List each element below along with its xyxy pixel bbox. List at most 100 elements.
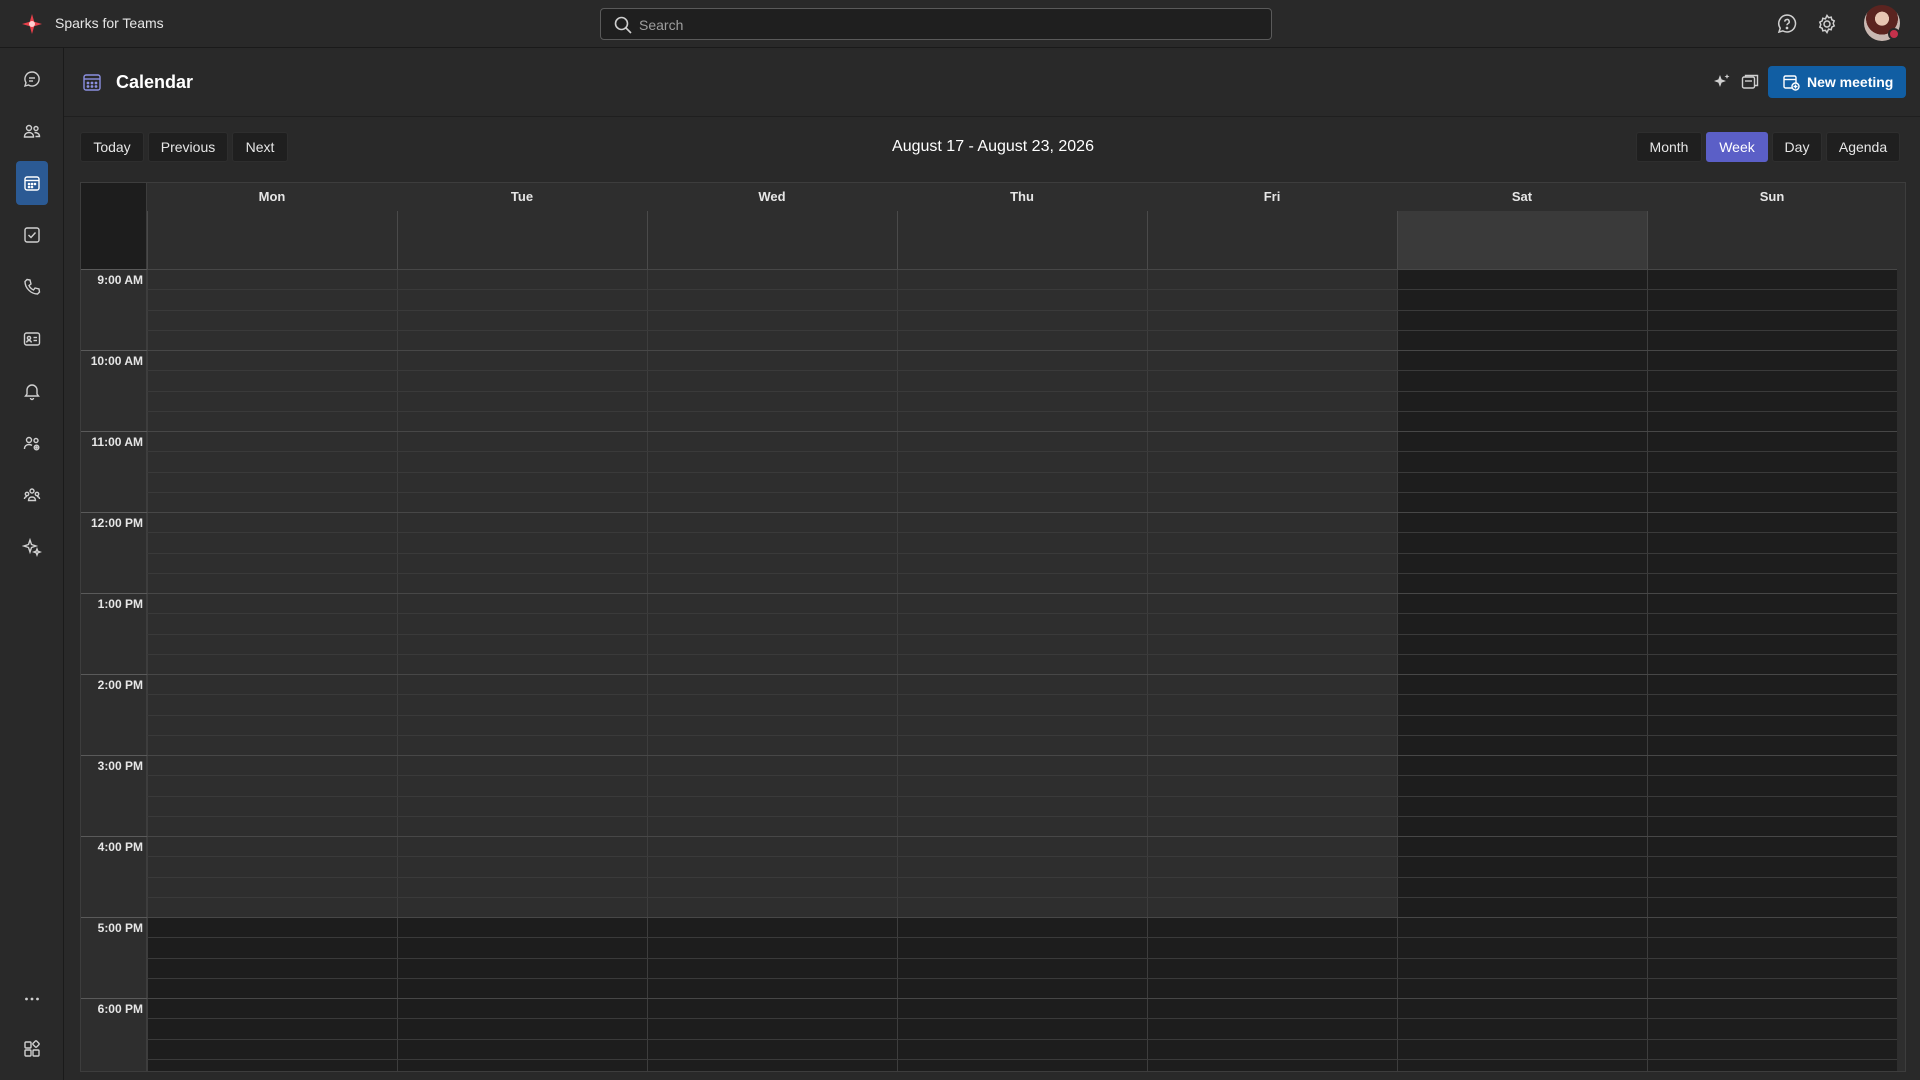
day-column-sat[interactable]	[1397, 269, 1647, 1071]
slot-line	[147, 613, 1897, 614]
rail-item-tasks[interactable]	[16, 213, 48, 257]
view-week-button[interactable]: Week	[1706, 132, 1768, 162]
rail-item-people[interactable]	[16, 421, 48, 465]
all-day-cell-tue[interactable]	[397, 211, 647, 269]
grid-corner	[81, 183, 147, 269]
day-header-tue[interactable]: Tue	[397, 183, 647, 213]
view-day-button[interactable]: Day	[1772, 132, 1822, 162]
day-header-sun[interactable]: Sun	[1647, 183, 1897, 213]
slot-line	[147, 958, 1897, 959]
rail-item-more[interactable]	[16, 977, 48, 1021]
day-column-sun[interactable]	[1647, 269, 1897, 1071]
all-day-cell-sun[interactable]	[1647, 211, 1897, 269]
non-working-hours	[1148, 917, 1397, 1071]
day-header-mon[interactable]: Mon	[147, 183, 397, 213]
slot-line	[147, 978, 1897, 979]
day-header-wed[interactable]: Wed	[647, 183, 897, 213]
date-range-title: August 17 - August 23, 2026	[892, 138, 1094, 155]
help-icon[interactable]	[1776, 13, 1798, 35]
meet-now-icon[interactable]	[1740, 72, 1760, 92]
slot-line	[147, 370, 1897, 371]
hour-tick	[81, 998, 147, 999]
slot-line	[147, 917, 1897, 918]
view-agenda-button[interactable]: Agenda	[1826, 132, 1900, 162]
search-icon	[614, 16, 632, 34]
today-button[interactable]: Today	[80, 132, 144, 162]
calendar-icon	[83, 74, 101, 91]
rail-item-chat[interactable]	[16, 57, 48, 101]
hour-tick	[81, 836, 147, 837]
more-icon	[25, 997, 39, 1001]
slot-line	[147, 411, 1897, 412]
all-day-cell-mon[interactable]	[147, 211, 397, 269]
slot-line	[147, 694, 1897, 695]
hour-tick	[81, 269, 147, 270]
day-column-fri[interactable]	[1147, 269, 1397, 1071]
slot-line	[147, 715, 1897, 716]
all-day-cell-thu[interactable]	[897, 211, 1147, 269]
calendar-main: Calendar New meeting Today Previous Next…	[64, 48, 1920, 1080]
non-working-hours	[898, 917, 1147, 1071]
slot-line	[147, 269, 1897, 270]
slot-line	[147, 937, 1897, 938]
non-working-hours	[1648, 269, 1897, 1071]
rail-item-apps[interactable]	[16, 1027, 48, 1071]
teams-icon	[23, 124, 41, 138]
slot-line	[147, 897, 1897, 898]
hour-tick	[81, 350, 147, 351]
hour-tick	[81, 755, 147, 756]
slot-line	[147, 856, 1897, 857]
hour-tick	[81, 431, 147, 432]
non-working-hours	[148, 917, 397, 1071]
hour-tick	[81, 593, 147, 594]
slot-line	[147, 816, 1897, 817]
time-label: 1:00 PM	[97, 597, 143, 611]
copilot-sparkle-icon[interactable]	[1712, 72, 1732, 92]
slot-line	[147, 512, 1897, 513]
search-input[interactable]: Search	[600, 8, 1272, 40]
previous-button[interactable]: Previous	[148, 132, 228, 162]
rail-item-teams[interactable]	[16, 109, 48, 153]
time-gutter: 9:00 AM 10:00 AM 11:00 AM 12:00 PM 1:00 PM 2:…	[81, 269, 147, 1071]
slot-line	[147, 755, 1897, 756]
calendar-add-icon	[1783, 75, 1800, 91]
view-month-button[interactable]: Month	[1636, 132, 1702, 162]
slot-line	[147, 998, 1897, 999]
slot-line	[147, 796, 1897, 797]
rail-item-contacts[interactable]	[16, 317, 48, 361]
week-grid: 9:00 AM 10:00 AM 11:00 AM 12:00 PM 1:00 PM 2:…	[80, 182, 1906, 1072]
rail-item-calendar[interactable]	[16, 161, 48, 205]
all-day-cell-sat[interactable]	[1397, 211, 1647, 269]
settings-gear-icon[interactable]	[1816, 13, 1838, 35]
slot-line	[147, 391, 1897, 392]
new-meeting-button[interactable]: New meeting	[1768, 66, 1906, 98]
slot-line	[147, 836, 1897, 837]
time-label: 9:00 AM	[97, 273, 143, 287]
day-header-sat[interactable]: Sat	[1397, 183, 1647, 213]
slot-line	[147, 350, 1897, 351]
day-column-thu[interactable]	[897, 269, 1147, 1071]
all-day-cell-wed[interactable]	[647, 211, 897, 269]
day-header-thu[interactable]: Thu	[897, 183, 1147, 213]
time-label: 11:00 AM	[91, 435, 143, 449]
time-label: 12:00 PM	[90, 516, 143, 530]
non-working-hours	[398, 917, 647, 1071]
rail-item-activity[interactable]	[16, 369, 48, 413]
next-button[interactable]: Next	[232, 132, 288, 162]
non-working-hours	[1398, 269, 1647, 1071]
day-column-tue[interactable]	[397, 269, 647, 1071]
slot-line	[147, 775, 1897, 776]
slot-line	[147, 431, 1897, 432]
day-column-mon[interactable]	[147, 269, 397, 1071]
time-label: 3:00 PM	[97, 759, 143, 773]
rail-item-copilot[interactable]	[16, 525, 48, 569]
day-header-fri[interactable]: Fri	[1147, 183, 1397, 213]
time-label: 10:00 AM	[90, 354, 143, 368]
all-day-cell-fri[interactable]	[1147, 211, 1397, 269]
rail-item-communities[interactable]	[16, 473, 48, 517]
day-column-wed[interactable]	[647, 269, 897, 1071]
tasks-icon	[24, 227, 40, 243]
rail-item-calls[interactable]	[16, 265, 48, 309]
page-title: Calendar	[116, 72, 194, 92]
slot-line	[147, 310, 1897, 311]
